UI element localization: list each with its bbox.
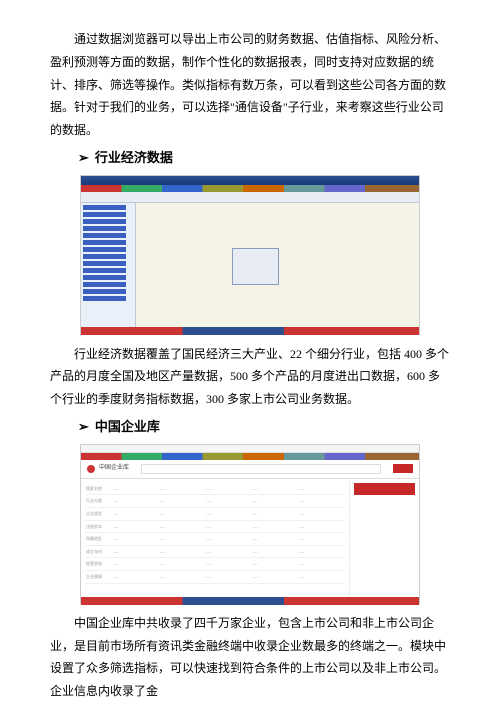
stub-right-pane [349,479,419,597]
stub-body: 搜索名称————— 行业分类————— 企业类型————— 注册资本————— … [81,479,419,597]
sidebar-line [83,282,126,287]
sidebar-line [83,233,126,238]
stub-top-bar: 中国企业库 [81,460,419,479]
sidebar-line [83,275,126,280]
sidebar-line [83,212,126,217]
stub-filter-grid: 搜索名称————— 行业分类————— 企业类型————— 注册资本————— … [85,483,345,584]
heading-enterprise-db: ➢ 中国企业库 [78,415,450,440]
stub-colored-tabs [81,185,419,192]
sidebar-line [83,205,126,210]
stub-popup [232,248,279,285]
arrow-icon: ➢ [78,146,89,171]
stub-logo-icon [87,465,95,473]
heading-text: 中国企业库 [95,415,160,440]
stub-main-area [136,203,419,327]
heading-text: 行业经济数据 [95,146,173,171]
stub-sidebar [81,203,136,327]
sidebar-line [83,254,126,259]
intro-paragraph: 通过数据浏览器可以导出上市公司的财务数据、估值指标、风险分析、盈利预测等方面的数… [50,28,450,142]
document-page: 通过数据浏览器可以导出上市公司的财务数据、估值指标、风险分析、盈利预测等方面的数… [0,0,500,706]
stub-colored-tabs [81,453,419,460]
screenshot-enterprise-db: 中国企业库 搜索名称————— 行业分类————— 企业类型————— 注册资本… [80,444,420,604]
stub-browser-bar [81,445,419,453]
sidebar-line [83,226,126,231]
stub-titlebar [81,176,419,185]
heading-industry-data: ➢ 行业经济数据 [78,146,450,171]
sidebar-line [83,289,126,294]
sidebar-line [83,268,126,273]
enterprise-paragraph: 中国企业库中共收录了四千万家企业，包含上市公司和非上市公司企业，是目前市场所有资… [50,612,450,703]
arrow-icon: ➢ [78,415,89,440]
stub-toolbar [81,192,419,203]
screenshot-industry-app [80,175,420,335]
stub-filter-area: 搜索名称————— 行业分类————— 企业类型————— 注册资本————— … [81,479,349,597]
sidebar-line [83,240,126,245]
stub-footer [81,327,419,335]
stub-body [81,203,419,327]
stub-footer [81,597,419,605]
sidebar-line [83,296,126,301]
sidebar-line [83,261,126,266]
industry-paragraph: 行业经济数据覆盖了国民经济三大产业、22 个细分行业，包括 400 多个产品的月… [50,343,450,411]
sidebar-line [83,247,126,252]
stub-db-title: 中国企业库 [99,463,129,474]
stub-search-btn [393,464,413,473]
sidebar-line [83,219,126,224]
stub-search-box [141,464,381,474]
stub-right-btn [354,483,415,495]
